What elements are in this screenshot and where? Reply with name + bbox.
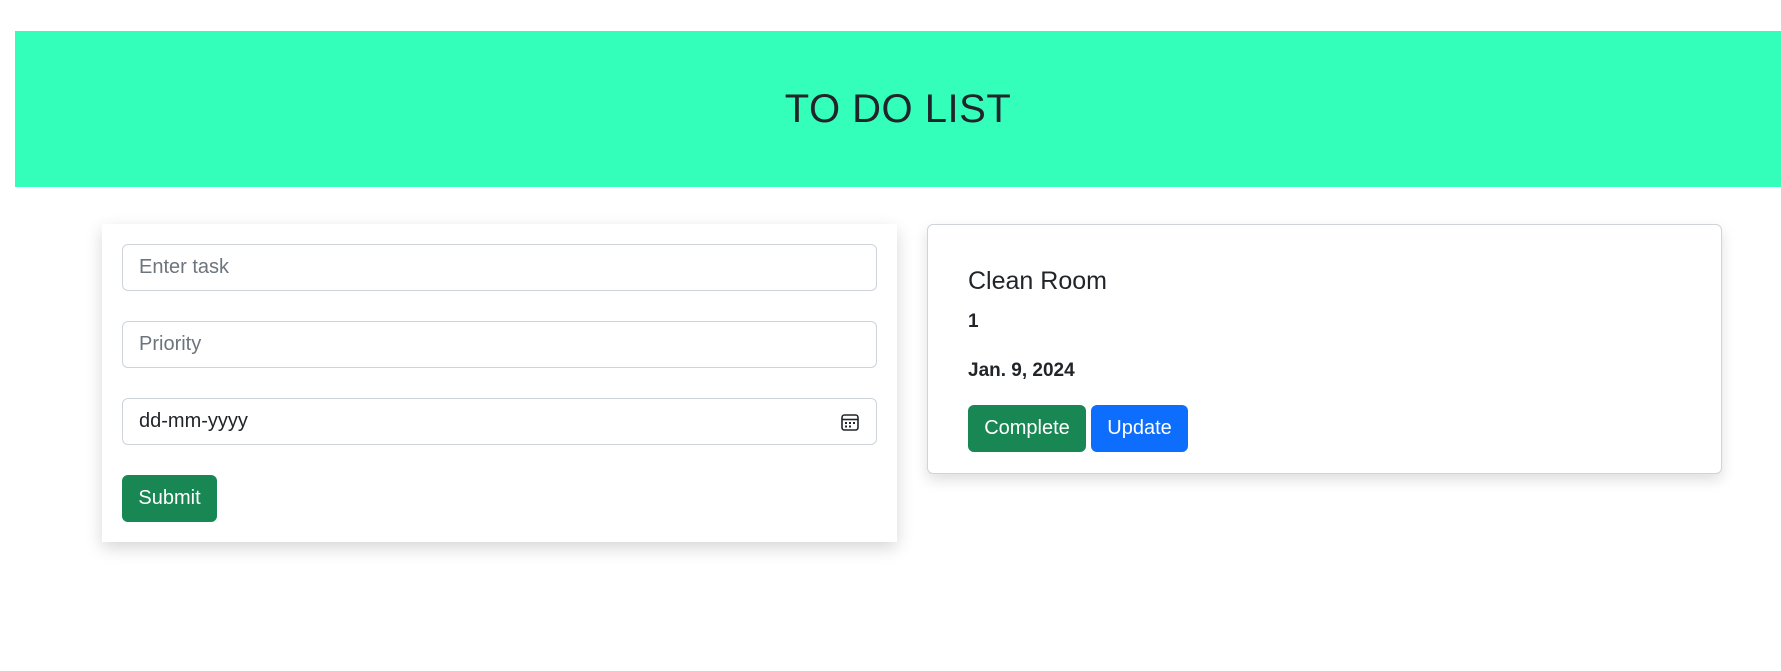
submit-button[interactable]: Submit	[122, 475, 217, 522]
page-header: TO DO LIST	[15, 31, 1781, 187]
task-form: dd-mm-yyyy Submit	[102, 224, 897, 542]
page-title: TO DO LIST	[784, 86, 1012, 131]
complete-button[interactable]: Complete	[968, 405, 1086, 452]
priority-field[interactable]	[122, 321, 877, 368]
update-button[interactable]: Update	[1091, 405, 1188, 452]
task-card: Clean Room 1 Jan. 9, 2024 Complete Updat…	[927, 224, 1722, 474]
task-field[interactable]	[122, 244, 877, 291]
task-priority: 1	[968, 311, 979, 332]
date-input[interactable]: dd-mm-yyyy	[139, 410, 248, 433]
task-date: Jan. 9, 2024	[968, 360, 1075, 381]
date-field[interactable]: dd-mm-yyyy	[122, 398, 877, 445]
calendar-icon[interactable]	[840, 412, 860, 432]
task-title: Clean Room	[968, 267, 1107, 295]
priority-input[interactable]	[139, 333, 860, 356]
task-input[interactable]	[139, 256, 860, 279]
